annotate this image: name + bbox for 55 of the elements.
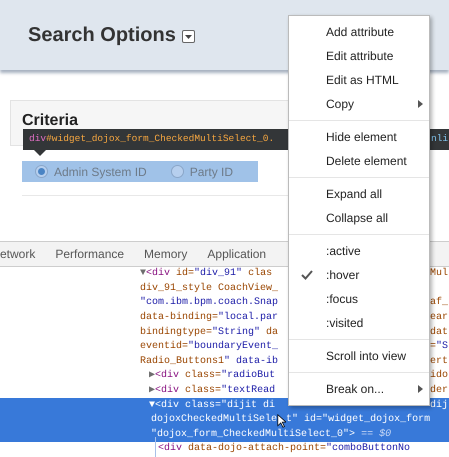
code-text: bindingtype="String" da — [140, 326, 278, 340]
code-text: dojoxCheckedMultiSele — [151, 413, 278, 428]
menu-item[interactable]: Add attribute — [289, 20, 429, 44]
devtools-tab[interactable]: etwork — [0, 245, 36, 263]
dropdown-toggle[interactable] — [182, 30, 195, 43]
code-text: ▶<div class="radioBut — [149, 369, 276, 384]
radio-label: Admin System ID — [54, 164, 147, 180]
code-text: dat — [430, 326, 448, 340]
radio-button[interactable] — [35, 165, 48, 178]
code-text: Radio_Buttons1" data-ib — [140, 354, 278, 369]
menu-item[interactable]: Collapse all — [289, 206, 429, 230]
radio-button[interactable] — [170, 165, 184, 178]
menu-item[interactable]: Edit attribute — [289, 44, 429, 68]
code-text: "dojox_form_CheckedMultiSelect_0"> == $0 — [151, 428, 392, 442]
menu-item[interactable]: Edit as HTML — [289, 68, 429, 92]
code-text: <div data-dojo-attach-point="comboButtonNo — [158, 442, 410, 456]
menu-item[interactable]: :focus — [289, 287, 429, 311]
code-text: ▼<div class="dijit di — [149, 398, 276, 413]
code-text: data-binding="local.par — [140, 311, 278, 326]
code-text: ear — [430, 311, 448, 326]
menu-item[interactable]: Break on... — [289, 377, 429, 401]
code-text: ="S — [430, 340, 448, 354]
code-text: t" id="widget_dojox_form — [286, 413, 430, 428]
mouse-cursor-icon — [277, 414, 286, 428]
code-text: ▼<div id="div_91" clas — [140, 267, 272, 282]
menu-item[interactable]: Scroll into view — [289, 344, 429, 368]
code-text: af_ — [430, 296, 448, 310]
tooltip-tag: div — [29, 132, 46, 147]
menu-item[interactable]: :active — [289, 239, 429, 263]
code-text: ido — [430, 369, 448, 384]
code-text: ert — [430, 354, 448, 369]
code-text: "com.ibm.bpm.coach.Snap — [140, 296, 278, 310]
code-text: div_91_style CoachView_ — [140, 282, 278, 296]
devtools-tab[interactable]: Application — [207, 245, 266, 263]
code-text: Mul — [430, 267, 448, 282]
caret-icon — [184, 34, 192, 38]
devtools-tab[interactable]: Memory — [144, 245, 188, 263]
menu-item[interactable]: Delete element — [289, 149, 429, 173]
menu-item[interactable]: Copy — [289, 92, 429, 116]
tooltip-text: nli — [431, 132, 448, 146]
menu-item[interactable]: Expand all — [289, 182, 429, 206]
devtools-tab[interactable]: Performance — [55, 245, 124, 263]
submenu-arrow-icon — [418, 100, 423, 108]
code-text: ▶<div class="textRead — [149, 384, 276, 398]
radio-label: Party ID — [190, 164, 234, 180]
menu-item[interactable]: :visited — [289, 311, 429, 335]
submenu-arrow-icon — [418, 385, 423, 393]
page-title: Search Options — [28, 23, 176, 48]
code-text: eventid="boundaryEvent_ — [140, 340, 278, 354]
section-title: Criteria — [22, 112, 78, 129]
code-text: der — [430, 384, 448, 398]
menu-item[interactable]: Hide element — [289, 125, 429, 149]
menu-item[interactable]: :hover — [289, 263, 429, 287]
tooltip-selector: #widget_dojox_form_CheckedMultiSelect_0. — [46, 132, 274, 146]
code-text: dij — [430, 398, 448, 413]
